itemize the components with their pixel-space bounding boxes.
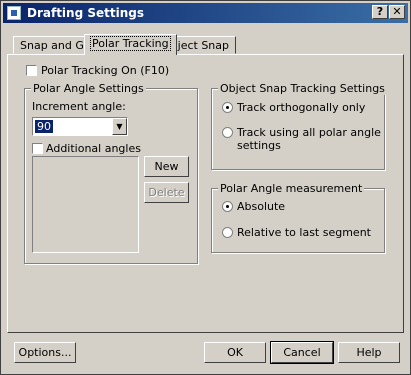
window-title: Drafting Settings [27,6,144,20]
close-icon[interactable]: ✕ [389,5,405,19]
polar-tracking-checkbox[interactable] [26,65,37,76]
app-icon [7,6,21,20]
group-title: Polar Angle Settings [31,82,146,95]
polar-angle-settings-group: Polar Angle Settings Increment angle: 90… [24,82,198,264]
track-all-polar-label-line2: settings [237,139,281,152]
group-title: Polar Angle measurement [218,182,365,195]
absolute-label[interactable]: Absolute [237,200,285,213]
increment-angle-select[interactable]: 90 ▼ [32,117,128,136]
polar-angle-measurement-group: Polar Angle measurement Absolute Relativ… [211,182,385,253]
track-all-polar-radio[interactable] [222,127,233,138]
object-snap-tracking-group: Object Snap Tracking Settings Track orth… [211,82,387,170]
relative-last-segment-label[interactable]: Relative to last segment [237,226,371,239]
relative-last-segment-radio[interactable] [222,227,233,238]
additional-angles-list[interactable] [32,156,139,253]
help-title-button[interactable]: ? [372,5,388,19]
tab-label: Polar Tracking [90,36,171,51]
chevron-down-icon[interactable]: ▼ [112,118,127,135]
group-title: Object Snap Tracking Settings [218,82,387,95]
track-orthogonally-radio[interactable] [222,102,233,113]
help-button[interactable]: Help [338,342,400,363]
options-button[interactable]: Options... [14,342,76,363]
absolute-radio[interactable] [222,201,233,212]
additional-angles-label[interactable]: Additional angles [46,142,141,155]
drafting-settings-dialog: Drafting Settings ? ✕ Snap and Grid Pola… [0,0,411,375]
cancel-button[interactable]: Cancel [270,341,334,364]
polar-tracking-label[interactable]: Polar Tracking On (F10) [41,64,169,77]
new-button[interactable]: New [144,156,189,177]
additional-angles-checkbox[interactable] [32,143,43,154]
delete-button[interactable]: Delete [144,182,189,203]
track-all-polar-label[interactable]: Track using all polar angle [237,126,381,139]
ok-button[interactable]: OK [204,342,266,363]
track-orthogonally-label[interactable]: Track orthogonally only [237,101,365,114]
increment-angle-label: Increment angle: [32,100,126,113]
tab-panel: Polar Tracking On (F10) Polar Angle Sett… [7,54,404,333]
title-bar[interactable]: Drafting Settings ? ✕ [3,3,408,23]
increment-angle-value: 90 [35,120,53,133]
tab-polar-tracking[interactable]: Polar Tracking [84,34,177,55]
